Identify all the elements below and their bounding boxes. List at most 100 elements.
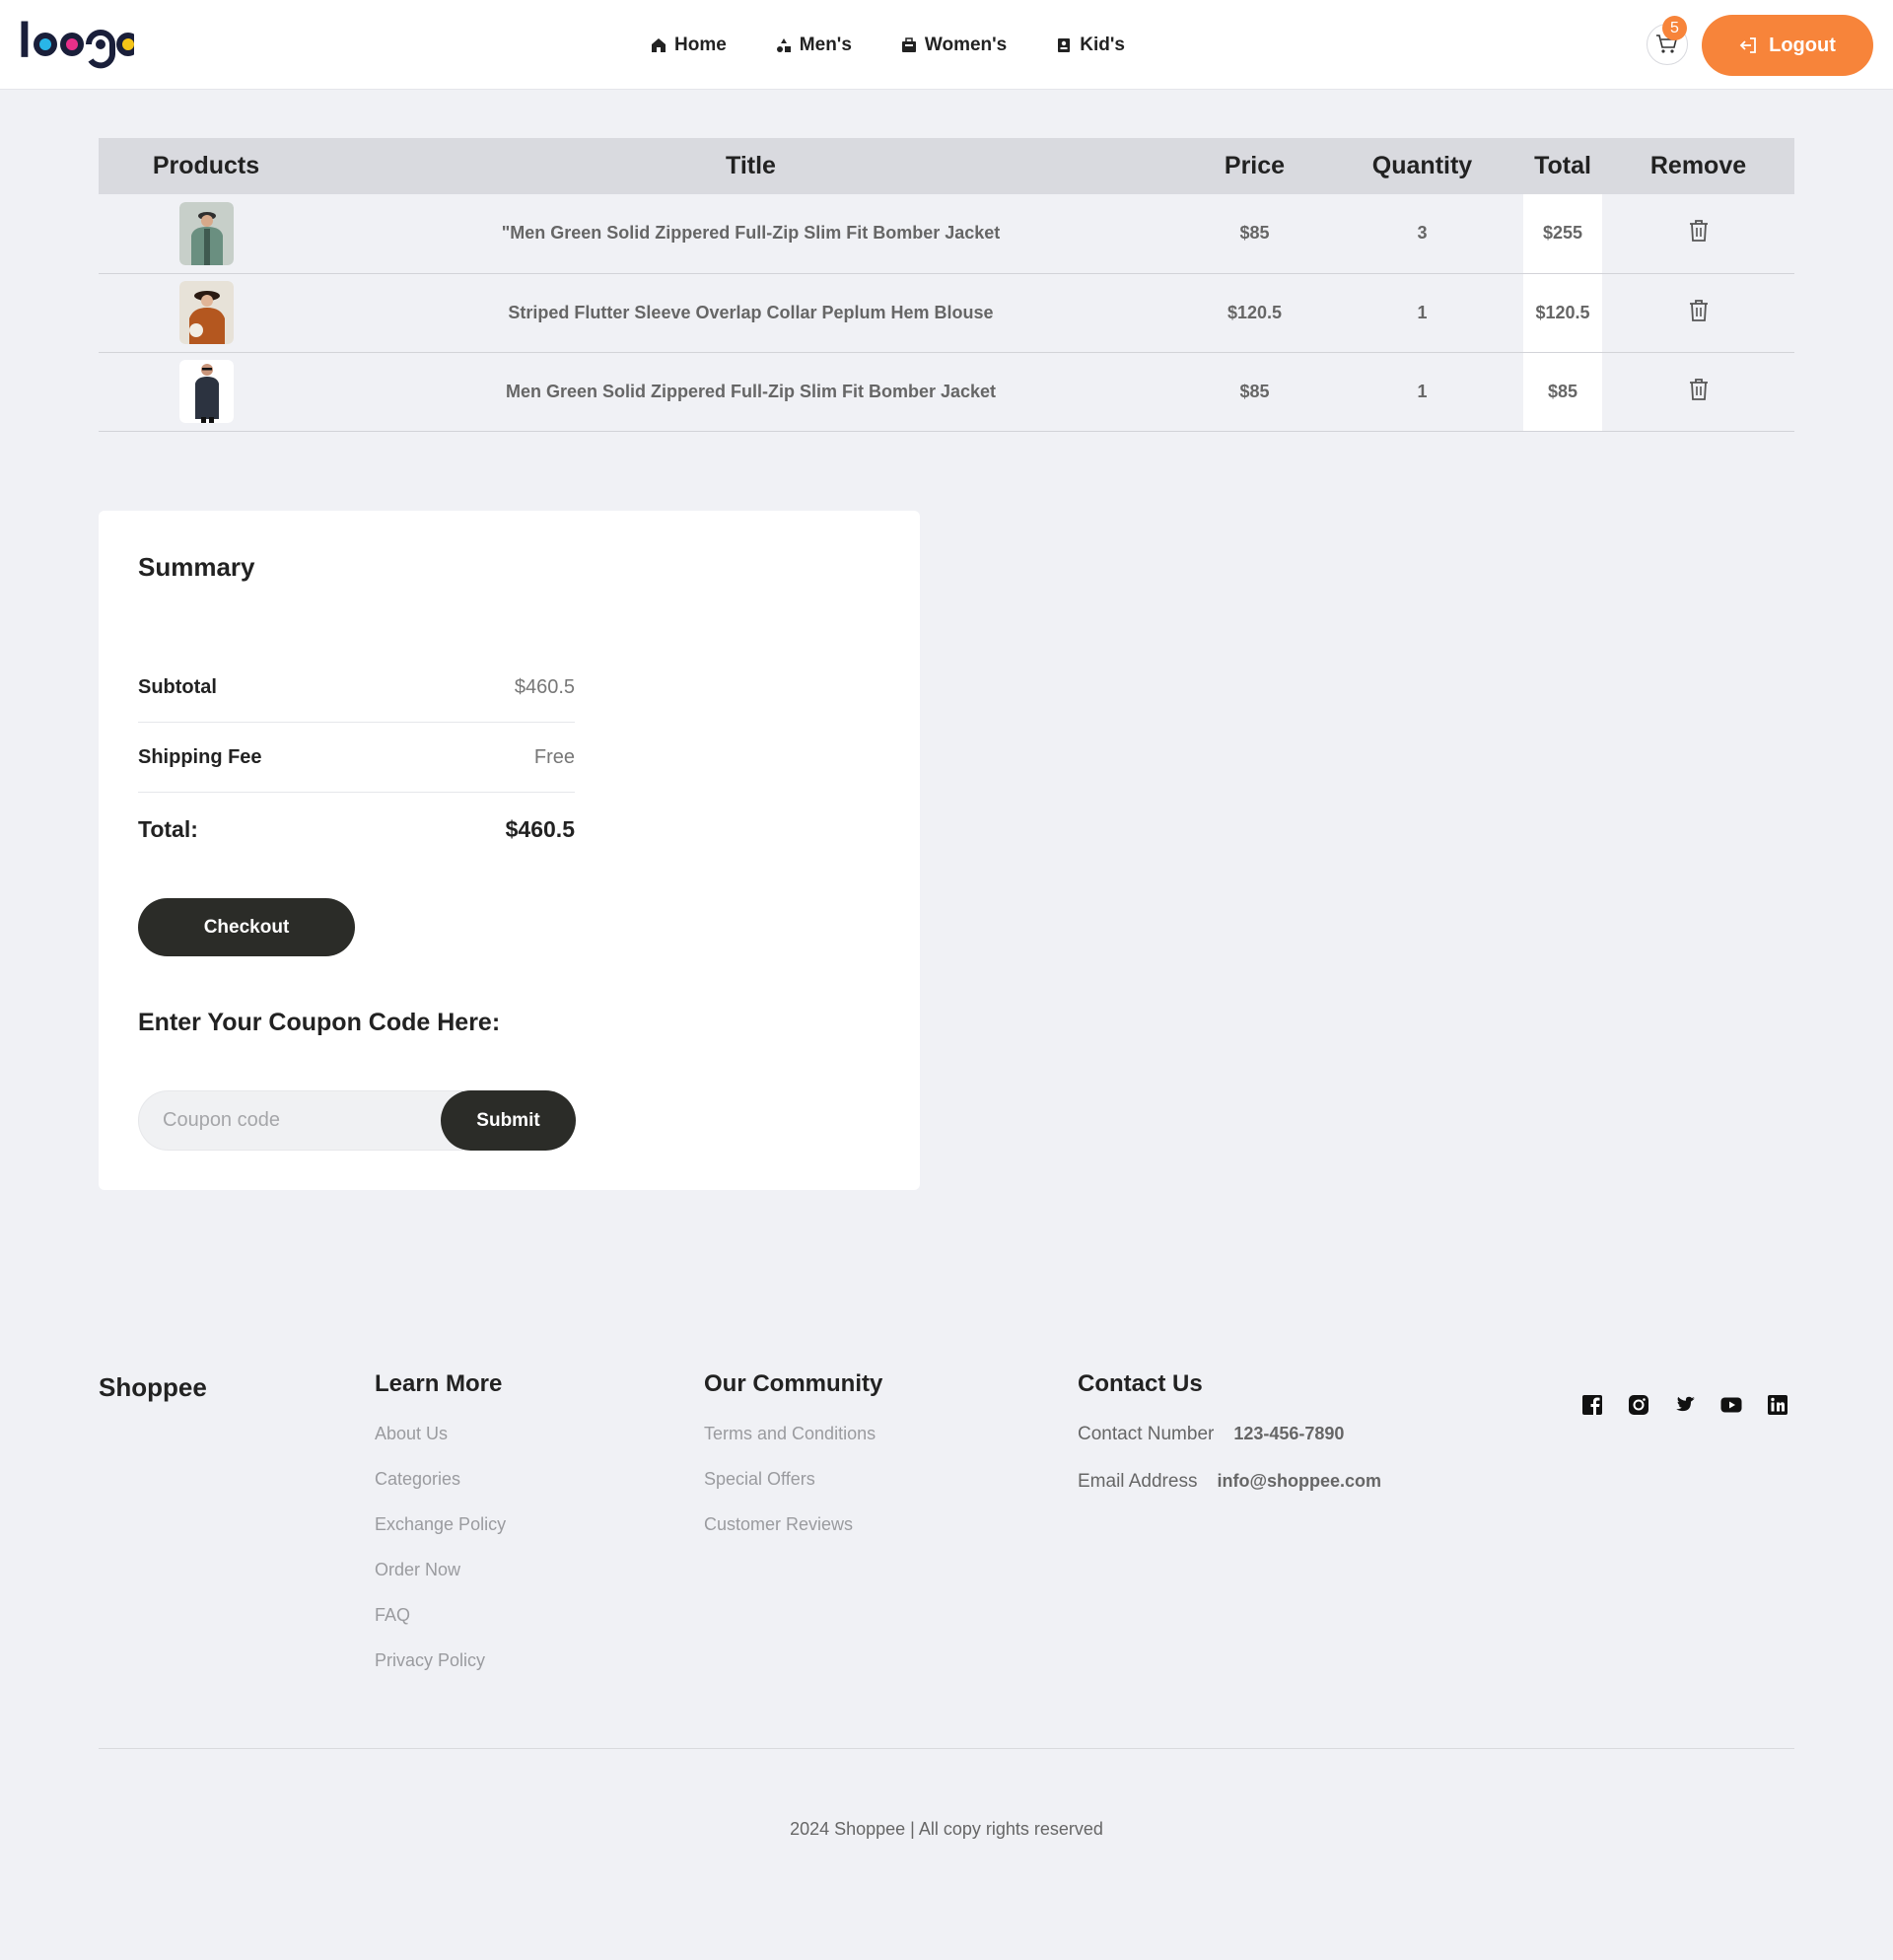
footer-link-privacy-policy[interactable]: Privacy Policy [375,1650,506,1696]
product-title: Men Green Solid Zippered Full-Zip Slim F… [505,381,997,401]
logout-button[interactable]: Logout [1702,15,1873,76]
nav-kids-label: Kid's [1080,35,1125,55]
product-image[interactable] [178,360,234,423]
submit-coupon-button[interactable]: Submit [441,1090,576,1151]
contact-email-label: Email Address [1078,1471,1198,1492]
total-label: Total: [138,815,198,842]
footer-link-special-offers[interactable]: Special Offers [704,1469,882,1514]
logout-icon [1739,37,1757,53]
product-image-cell [99,194,314,273]
header-price: Price [1224,152,1286,179]
coupon-title: Enter Your Coupon Code Here: [138,1009,501,1036]
product-total: $85 [1523,352,1602,431]
product-image[interactable] [178,281,234,344]
trash-icon[interactable] [1688,378,1710,401]
footer-link-faq[interactable]: FAQ [375,1605,506,1650]
trash-icon[interactable] [1688,219,1710,243]
footer-community: Our Community Terms and Conditions Speci… [704,1370,882,1560]
summary-title: Summary [138,552,255,582]
product-image-cell [99,352,314,431]
footer-link-order-now[interactable]: Order Now [375,1560,506,1605]
product-image-cell [99,273,314,352]
main-nav: Home Men's Women's Kid's [651,28,1174,63]
cart-table: Products Title Price Quantity Total Remo… [99,138,1794,432]
cart-count-badge: 5 [1662,16,1687,40]
footer-brand: Shoppee [99,1372,207,1402]
coupon-input[interactable] [138,1090,463,1151]
checkout-button[interactable]: Checkout [138,898,355,956]
copyright-text: 2024 Shoppee | All copy rights reserved [790,1819,1103,1839]
nav-womens-label: Women's [924,35,1008,55]
footer-divider [99,1748,1794,1749]
product-image[interactable] [178,201,234,265]
footer-contact: Contact Us Contact Number 123-456-7890 E… [1078,1370,1381,1518]
total-value: $460.5 [505,815,575,842]
table-row: Men Green Solid Zippered Full-Zip Slim F… [99,352,1794,431]
linkedin-icon[interactable] [1767,1394,1788,1416]
logout-label: Logout [1769,34,1836,56]
product-title: "Men Green Solid Zippered Full-Zip Slim … [501,223,1001,244]
table-row: "Men Green Solid Zippered Full-Zip Slim … [99,194,1794,273]
table-header-row: Products Title Price Quantity Total Remo… [99,138,1794,194]
facebook-icon[interactable] [1581,1394,1603,1416]
community-title: Our Community [704,1370,883,1397]
nav-home[interactable]: Home [651,35,727,56]
shipping-label: Shipping Fee [138,746,262,768]
subtotal-label: Subtotal [138,676,217,698]
header-total: Total [1534,152,1591,179]
contact-phone-row: Contact Number 123-456-7890 [1078,1424,1381,1471]
footer-link-terms[interactable]: Terms and Conditions [704,1424,882,1469]
subtotal-row: Subtotal $460.5 [138,654,575,723]
contact-phone-label: Contact Number [1078,1424,1215,1444]
nav-mens[interactable]: Men's [776,35,852,56]
contact-phone-value[interactable]: 123-456-7890 [1233,1424,1344,1471]
trash-icon[interactable] [1688,299,1710,322]
home-icon [652,38,666,52]
contact-title: Contact Us [1078,1370,1203,1397]
product-title: Striped Flutter Sleeve Overlap Collar Pe… [508,302,994,322]
product-quantity: 3 [1417,223,1428,244]
social-links [1581,1394,1788,1416]
footer-link-about-us[interactable]: About Us [375,1424,506,1469]
nav-home-label: Home [674,35,727,55]
product-quantity: 1 [1417,302,1428,322]
twitter-icon[interactable] [1674,1394,1696,1416]
product-price: $120.5 [1227,302,1283,322]
shapes-icon [776,38,791,52]
svg-text:l: l [18,14,32,68]
footer-link-exchange-policy[interactable]: Exchange Policy [375,1514,506,1560]
logo[interactable]: l [18,14,134,73]
product-price: $85 [1239,223,1270,244]
youtube-icon[interactable] [1720,1394,1742,1416]
product-quantity: 1 [1417,381,1428,401]
remove-cell [1602,273,1794,352]
header-title: Title [726,152,776,179]
header: l Home Men's Women's Kid's 5 Logout [0,0,1893,90]
subtotal-value: $460.5 [514,676,575,698]
nav-kids[interactable]: Kid's [1056,35,1125,56]
summary-card: Summary Subtotal $460.5 Shipping Fee Fre… [99,511,920,1190]
product-price: $85 [1239,381,1270,401]
contact-card-icon [1058,38,1071,52]
nav-womens[interactable]: Women's [901,35,1007,56]
header-products: Products [152,152,260,179]
shipping-value: Free [533,746,575,768]
table-row: Striped Flutter Sleeve Overlap Collar Pe… [99,273,1794,352]
contact-email-value[interactable]: info@shoppee.com [1217,1471,1381,1518]
learn-more-title: Learn More [375,1370,503,1397]
briefcase-icon [901,37,916,52]
footer-link-customer-reviews[interactable]: Customer Reviews [704,1514,882,1560]
instagram-icon[interactable] [1628,1394,1649,1416]
header-quantity: Quantity [1371,152,1473,179]
nav-mens-label: Men's [799,35,852,55]
total-row: Total: $460.5 [138,795,575,864]
remove-cell [1602,352,1794,431]
shipping-row: Shipping Fee Free [138,724,575,793]
footer-link-categories[interactable]: Categories [375,1469,506,1514]
product-total: $255 [1523,194,1602,273]
remove-cell [1602,194,1794,273]
contact-email-row: Email Address info@shoppee.com [1078,1471,1381,1518]
product-total: $120.5 [1523,273,1602,352]
header-remove: Remove [1649,152,1747,179]
footer-learn-more: Learn More About Us Categories Exchange … [375,1370,506,1696]
